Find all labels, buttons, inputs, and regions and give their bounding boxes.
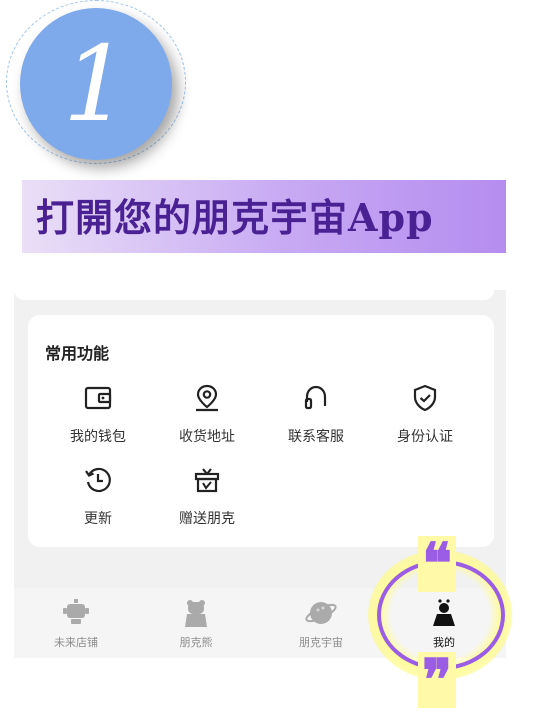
- function-label: 收货地址: [179, 429, 235, 445]
- function-label: 联系客服: [288, 429, 344, 445]
- gift-box-icon: [194, 468, 220, 493]
- function-label: 更新: [84, 511, 112, 527]
- nav-item-mine[interactable]: 我的: [394, 596, 494, 650]
- step-number: 1: [62, 23, 130, 145]
- profile-icon: [433, 599, 455, 626]
- function-customer-service[interactable]: 联系客服: [261, 382, 371, 446]
- function-gift-punk[interactable]: 赠送朋克: [152, 464, 262, 528]
- function-update[interactable]: 更新: [43, 464, 153, 528]
- wallet-icon: [84, 386, 112, 410]
- bear-icon: [185, 600, 207, 627]
- function-address[interactable]: 收货地址: [152, 382, 262, 446]
- robot-icon: [63, 599, 89, 624]
- nav-label: 朋克熊: [179, 636, 213, 649]
- nav-label: 我的: [433, 636, 455, 649]
- function-wallet[interactable]: 我的钱包: [43, 382, 153, 446]
- banner-title: 打開您的朋克宇宙App: [36, 195, 434, 240]
- previous-card-bottom: [14, 290, 494, 300]
- nav-label: 未来店铺: [54, 636, 98, 649]
- headset-icon: [304, 385, 327, 410]
- nav-item-punk-universe[interactable]: 朋克宇宙: [271, 596, 371, 650]
- nav-item-future-store[interactable]: 未来店铺: [26, 596, 126, 650]
- function-identity-verification[interactable]: 身份认证: [370, 382, 480, 446]
- shield-check-icon: [413, 384, 437, 412]
- nav-item-punk-bear[interactable]: 朋克熊: [146, 596, 246, 650]
- common-functions-title: 常用功能: [45, 344, 110, 363]
- function-label: 身份认证: [397, 429, 453, 445]
- planet-icon: [305, 602, 337, 624]
- close-quote-icon: ❞: [418, 652, 457, 708]
- function-label: 我的钱包: [70, 429, 126, 445]
- function-label: 赠送朋克: [179, 511, 235, 527]
- history-icon: [85, 467, 111, 493]
- nav-label: 朋克宇宙: [299, 636, 343, 649]
- open-quote-icon: ❝: [418, 536, 457, 592]
- location-pin-icon: [196, 384, 218, 412]
